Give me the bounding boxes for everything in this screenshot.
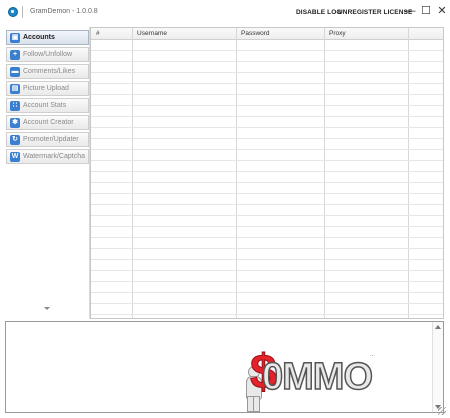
sidebar-item-account-stats[interactable]: ∷ Account Stats bbox=[6, 98, 89, 113]
close-icon[interactable]: ✕ bbox=[436, 5, 448, 17]
grid-row-line bbox=[91, 292, 443, 293]
sidebar-item-label: Accounts bbox=[23, 34, 55, 41]
watermark-text: 0MMO bbox=[261, 355, 374, 399]
window-title: GramDemon - 1.0.0.8 bbox=[30, 8, 98, 15]
grid-row-line bbox=[91, 94, 443, 95]
grid-row-line bbox=[91, 303, 443, 304]
grid-row-line bbox=[91, 270, 443, 271]
grid-row-line bbox=[91, 160, 443, 161]
picture-icon: ▤ bbox=[10, 84, 20, 94]
grid-row-line bbox=[91, 314, 443, 315]
column-header-number[interactable]: # bbox=[96, 30, 100, 37]
grid-row-line bbox=[91, 193, 443, 194]
grid-row-line bbox=[91, 116, 443, 117]
minimize-icon[interactable]: — bbox=[404, 5, 416, 17]
sidebar-item-follow-unfollow[interactable]: + Follow/Unfollow bbox=[6, 47, 89, 62]
grid-header: # Username Password Proxy bbox=[91, 28, 443, 40]
grid-row-line bbox=[91, 127, 443, 128]
grid-row-line bbox=[91, 50, 443, 51]
refresh-icon: ↻ bbox=[10, 135, 20, 145]
watermark-logo: $ 0MMO bbox=[240, 340, 440, 416]
grid-row-line bbox=[91, 237, 443, 238]
grid-row-line bbox=[91, 171, 443, 172]
stats-icon: ∷ bbox=[10, 101, 20, 111]
scroll-up-icon[interactable] bbox=[435, 325, 441, 329]
sidebar-item-picture-upload[interactable]: ▤ Picture Upload bbox=[6, 81, 89, 96]
title-separator bbox=[22, 6, 23, 18]
grid-row-line bbox=[91, 72, 443, 73]
resize-grip-icon[interactable] bbox=[438, 407, 446, 415]
sidebar-item-accounts[interactable]: ▣ Accounts bbox=[6, 30, 89, 45]
sidebar-item-label: Account Creator bbox=[23, 119, 74, 126]
grid-row-line bbox=[91, 182, 443, 183]
grid-row-line bbox=[91, 204, 443, 205]
sidebar-item-account-creator[interactable]: ✱ Account Creator bbox=[6, 115, 89, 130]
grid-row-line bbox=[91, 281, 443, 282]
grid-row-line bbox=[91, 259, 443, 260]
grid-row-line bbox=[91, 138, 443, 139]
grid-row-line bbox=[91, 83, 443, 84]
gear-icon: ✱ bbox=[10, 118, 20, 128]
accounts-grid[interactable]: # Username Password Proxy bbox=[90, 27, 444, 319]
sidebar-nav: ▣ Accounts + Follow/Unfollow ▬ Comments/… bbox=[5, 27, 90, 319]
sidebar-item-label: Follow/Unfollow bbox=[23, 51, 73, 58]
sidebar-item-promoter-updater[interactable]: ↻ Promoter/Updater bbox=[6, 132, 89, 147]
grid-row-line bbox=[91, 215, 443, 216]
sidebar-item-label: Account Stats bbox=[23, 102, 67, 109]
column-header-username[interactable]: Username bbox=[137, 30, 167, 37]
plus-icon: + bbox=[10, 50, 20, 60]
column-header-password[interactable]: Password bbox=[241, 30, 270, 37]
sidebar-item-label: Comments/Likes bbox=[23, 68, 76, 75]
sidebar-item-watermark-captcha[interactable]: W Watermark/Captcha bbox=[6, 149, 89, 164]
unregister-license-link[interactable]: UNREGISTER LICENSE bbox=[338, 9, 412, 16]
grid-row-line bbox=[91, 248, 443, 249]
person-card-icon: ▣ bbox=[10, 33, 20, 43]
grid-row-line bbox=[91, 105, 443, 106]
sidebar-scroll-down-icon[interactable] bbox=[44, 307, 50, 310]
sidebar-item-label: Promoter/Updater bbox=[23, 136, 79, 143]
maximize-icon[interactable]: ☐ bbox=[420, 5, 432, 17]
sidebar-item-comments-likes[interactable]: ▬ Comments/Likes bbox=[6, 64, 89, 79]
grid-row-line bbox=[91, 226, 443, 227]
comment-icon: ▬ bbox=[10, 67, 20, 77]
grid-row-line bbox=[91, 61, 443, 62]
title-bar: GramDemon - 1.0.0.8 DISABLE LOG UNREGIST… bbox=[0, 0, 450, 26]
sidebar-item-label: Picture Upload bbox=[23, 85, 69, 92]
watermark-icon: W bbox=[10, 152, 20, 162]
disable-log-link[interactable]: DISABLE LOG bbox=[296, 9, 342, 16]
grid-row-line bbox=[91, 149, 443, 150]
column-header-proxy[interactable]: Proxy bbox=[329, 30, 346, 37]
sidebar-item-label: Watermark/Captcha bbox=[23, 153, 85, 160]
app-logo-icon bbox=[8, 7, 18, 17]
